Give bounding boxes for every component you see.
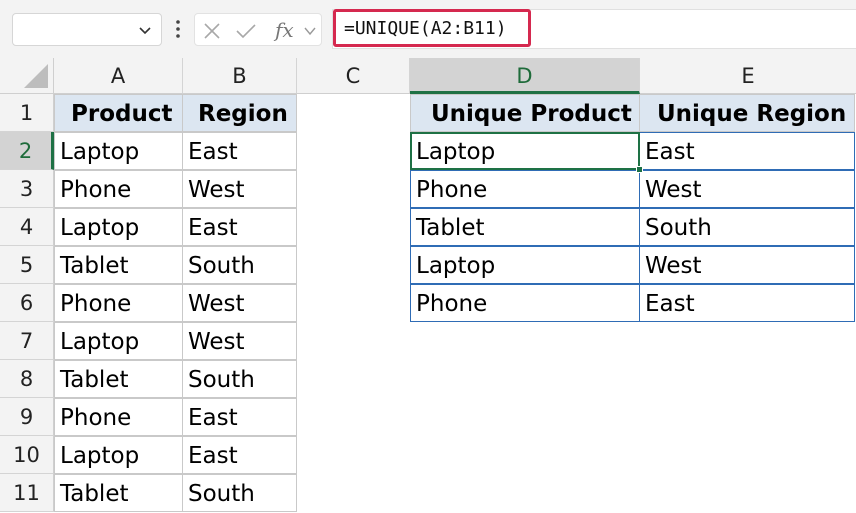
table-cell[interactable]: Laptop — [54, 322, 183, 360]
row-header-2[interactable]: 2 — [0, 132, 54, 170]
table-cell[interactable]: Laptop — [54, 132, 183, 170]
row-header-8[interactable]: 8 — [0, 360, 54, 398]
table-cell[interactable]: West — [639, 246, 855, 284]
column-header-a[interactable]: A — [54, 58, 183, 94]
row-header-5[interactable]: 5 — [0, 246, 54, 284]
column-header-e[interactable]: E — [640, 58, 856, 94]
table-cell[interactable]: South — [182, 360, 297, 398]
table-cell[interactable]: Laptop — [54, 208, 183, 246]
row-header-9[interactable]: 9 — [0, 398, 54, 436]
header-cell-product[interactable]: Product — [54, 94, 183, 132]
row-header-10[interactable]: 10 — [0, 436, 54, 474]
row-header-6[interactable]: 6 — [0, 284, 54, 322]
fill-handle[interactable] — [636, 166, 643, 173]
table-cell[interactable]: West — [182, 322, 297, 360]
row-header-11[interactable]: 11 — [0, 474, 54, 512]
table-cell[interactable]: East — [182, 208, 297, 246]
table-cell[interactable]: West — [182, 170, 297, 208]
chevron-down-icon[interactable] — [137, 22, 153, 38]
more-options-icon[interactable] — [172, 17, 184, 41]
table-cell[interactable]: Tablet — [410, 208, 640, 246]
row-header-1[interactable]: 1 — [0, 94, 54, 132]
table-cell[interactable]: Phone — [410, 170, 640, 208]
table-cell[interactable]: South — [639, 208, 855, 246]
row-header-3[interactable]: 3 — [0, 170, 54, 208]
select-all-corner[interactable] — [0, 58, 54, 94]
table-cell[interactable]: Phone — [54, 398, 183, 436]
insert-function-icon[interactable]: fx — [275, 18, 294, 42]
enter-check-icon[interactable] — [235, 22, 257, 40]
header-cell-unique-region[interactable]: Unique Region — [639, 94, 855, 132]
column-header-b[interactable]: B — [183, 58, 297, 94]
row-header-7[interactable]: 7 — [0, 322, 54, 360]
table-cell[interactable]: Laptop — [54, 436, 183, 474]
select-all-icon — [24, 64, 48, 88]
header-cell-region[interactable]: Region — [182, 94, 297, 132]
table-cell[interactable]: East — [639, 284, 855, 322]
table-cell[interactable]: Laptop — [410, 246, 640, 284]
header-cell-unique-product[interactable]: Unique Product — [410, 94, 640, 132]
table-cell[interactable]: Tablet — [54, 474, 183, 512]
table-cell[interactable]: Phone — [54, 170, 183, 208]
table-cell[interactable]: East — [182, 398, 297, 436]
table-cell[interactable]: Phone — [54, 284, 183, 322]
column-header-c[interactable]: C — [297, 58, 410, 94]
formula-bar: fx =UNIQUE(A2:B11) — [0, 0, 856, 58]
table-cell[interactable]: East — [639, 132, 855, 170]
chevron-down-icon[interactable] — [303, 24, 317, 38]
formula-buttons: fx — [194, 13, 322, 46]
formula-text: =UNIQUE(A2:B11) — [344, 18, 507, 39]
column-header-d[interactable]: D — [410, 58, 640, 94]
table-cell[interactable]: South — [182, 246, 297, 284]
table-cell[interactable]: Tablet — [54, 246, 183, 284]
table-cell[interactable]: West — [639, 170, 855, 208]
table-cell[interactable]: South — [182, 474, 297, 512]
name-box[interactable] — [12, 13, 162, 46]
table-cell[interactable]: Tablet — [54, 360, 183, 398]
active-cell-selection[interactable] — [410, 132, 640, 170]
table-cell[interactable]: West — [182, 284, 297, 322]
table-cell[interactable]: East — [182, 436, 297, 474]
cancel-icon[interactable] — [203, 22, 221, 40]
table-cell[interactable]: East — [182, 132, 297, 170]
row-header-4[interactable]: 4 — [0, 208, 54, 246]
table-cell[interactable]: Phone — [410, 284, 640, 322]
